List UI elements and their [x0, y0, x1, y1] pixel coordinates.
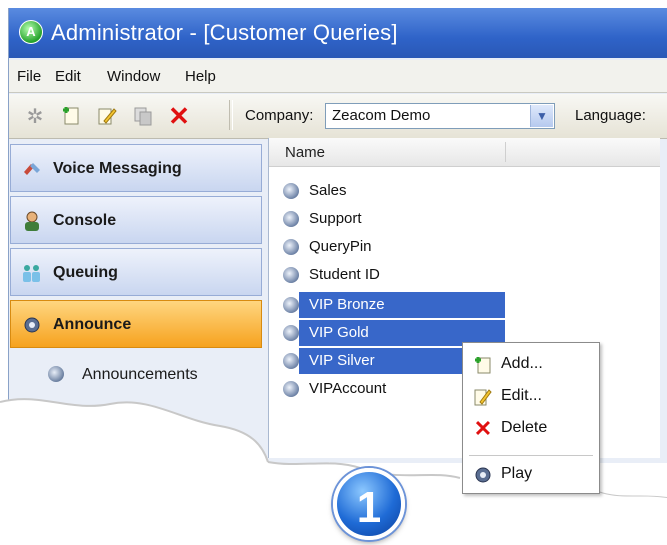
list-item[interactable]: QueryPin	[277, 234, 505, 260]
menu-edit[interactable]: Edit	[55, 68, 81, 85]
company-dropdown[interactable]: Zeacom Demo ▼	[325, 103, 555, 129]
menu-file[interactable]: File	[17, 68, 41, 85]
delete-icon: ✕	[473, 416, 493, 441]
sidebar-item-label: Console	[53, 212, 117, 229]
list-header: Name	[269, 138, 660, 167]
chevron-down-icon[interactable]: ▼	[530, 105, 553, 127]
play-icon	[473, 465, 493, 485]
announce-icon	[21, 314, 43, 336]
list-item-label: VIP Silver	[309, 352, 375, 369]
list-item-label: Support	[309, 210, 362, 227]
context-menu-label: Delete	[501, 419, 548, 436]
toolbar-separator	[229, 100, 233, 130]
add-icon[interactable]	[59, 104, 83, 128]
menu-help[interactable]: Help	[185, 68, 216, 85]
announcement-icon	[283, 325, 299, 341]
voice-messaging-icon	[21, 158, 43, 180]
queuing-icon	[21, 262, 43, 284]
sidebar-item-console[interactable]: Console	[10, 196, 262, 244]
context-menu-add[interactable]: Add...	[463, 349, 599, 379]
list-item[interactable]: Sales	[277, 178, 505, 204]
sidebar-item-voice-messaging[interactable]: Voice Messaging	[10, 144, 262, 192]
announcement-icon	[283, 381, 299, 397]
edit-icon	[473, 387, 493, 407]
company-value: Zeacom Demo	[332, 107, 431, 124]
list-item-label: Sales	[309, 182, 347, 199]
sidebar-subitem-partial[interactable]	[10, 404, 262, 452]
sidebar: Voice Messaging Console Queuing Announce…	[10, 138, 262, 458]
list-item[interactable]: Student ID	[277, 262, 505, 288]
sidebar-item-label: Queuing	[53, 264, 118, 281]
toolbar: ✲ ✕ Company: Zeacom Demo ▼ Language:	[9, 94, 667, 139]
announcement-icon	[283, 183, 299, 199]
context-menu-separator	[469, 455, 593, 456]
context-menu: Add... Edit... ✕ Delete Play	[462, 342, 600, 494]
language-label: Language:	[575, 107, 646, 124]
window-title: Administrator - [Customer Queries]	[51, 20, 398, 45]
list-item-label: VIPAccount	[309, 380, 387, 397]
app-logo-icon: A	[19, 20, 43, 44]
company-label: Company:	[245, 107, 314, 124]
menu-bar: File Edit Window Help	[9, 60, 667, 93]
context-menu-delete[interactable]: ✕ Delete	[463, 413, 599, 443]
context-menu-label: Play	[501, 465, 533, 482]
sidebar-subitem-announcements[interactable]: Announcements	[10, 352, 262, 400]
announcement-icon	[48, 418, 64, 434]
announcement-icon	[48, 366, 64, 382]
delete-icon[interactable]: ✕	[167, 101, 191, 131]
list-item-selected[interactable]: VIP Bronze	[277, 292, 505, 318]
wand-icon[interactable]: ✲	[23, 104, 47, 128]
step-number-badge: 1	[333, 468, 405, 540]
list-item-label: VIP Bronze	[309, 296, 385, 313]
copy-icon[interactable]	[131, 104, 155, 128]
context-menu-edit[interactable]: Edit...	[463, 381, 599, 411]
sidebar-item-label: Announce	[53, 316, 132, 333]
add-icon	[473, 355, 493, 375]
edit-icon[interactable]	[95, 104, 119, 128]
sidebar-subitem-label: Announcements	[82, 366, 198, 383]
announcement-icon	[283, 297, 299, 313]
title-bar: A Administrator - [Customer Queries]	[9, 8, 667, 58]
sidebar-item-announce[interactable]: Announce	[10, 300, 262, 348]
menu-window[interactable]: Window	[107, 68, 160, 85]
column-header-name[interactable]: Name	[285, 144, 325, 161]
announcement-icon	[283, 239, 299, 255]
context-menu-play[interactable]: Play	[463, 459, 599, 489]
list-item[interactable]: Support	[277, 206, 505, 232]
announcement-icon	[283, 353, 299, 369]
list-item-label: QueryPin	[309, 238, 372, 255]
context-menu-label: Add...	[501, 355, 543, 372]
console-icon	[21, 210, 43, 232]
sidebar-item-queuing[interactable]: Queuing	[10, 248, 262, 296]
list-item-label: Student ID	[309, 266, 380, 283]
column-divider[interactable]	[505, 142, 506, 162]
context-menu-label: Edit...	[501, 387, 542, 404]
announcement-icon	[283, 211, 299, 227]
list-item-label: VIP Gold	[309, 324, 369, 341]
announcement-icon	[283, 267, 299, 283]
sidebar-item-label: Voice Messaging	[53, 160, 182, 177]
